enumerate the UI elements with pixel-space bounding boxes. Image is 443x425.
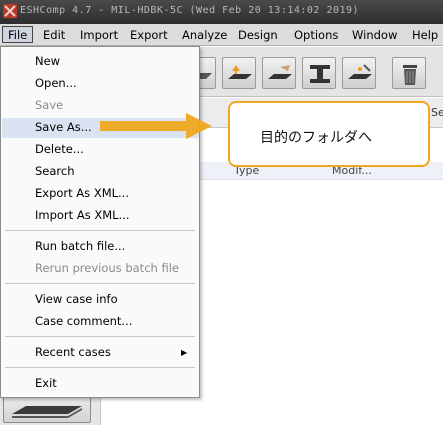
menu-item-new[interactable]: New [35,54,60,73]
menu-edit[interactable]: Edit [38,27,70,44]
file-menu-dropdown: New Open... Save Save As... Delete... Se… [0,46,200,398]
menu-item-save-as[interactable]: Save As... [35,120,92,139]
title-bar: ESHComp 4.7 - MIL-HDBK-5C (Wed Feb 20 13… [0,0,443,24]
menu-item-run-batch[interactable]: Run batch file... [35,239,125,258]
annotation-arrow [100,113,212,139]
menu-separator [5,230,195,231]
menu-item-open[interactable]: Open... [35,76,77,95]
menu-help[interactable]: Help [407,27,443,44]
column-header-fragment[interactable]: Se [431,106,443,119]
app-logo-icon [3,4,17,18]
menu-file[interactable]: File [2,26,34,43]
toolbar-button-beam[interactable] [302,57,336,89]
menu-analyze[interactable]: Analyze [177,27,232,44]
import-plate-icon [228,65,252,79]
menu-item-case-comment[interactable]: Case comment... [35,314,132,333]
menu-design[interactable]: Design [233,27,283,44]
menu-item-search[interactable]: Search [35,164,75,183]
menu-window[interactable]: Window [347,27,402,44]
trash-icon [403,65,417,85]
menu-item-delete[interactable]: Delete... [35,142,84,161]
submenu-arrow-icon: ▶ [181,348,188,357]
menu-item-view-case-info[interactable]: View case info [35,292,118,311]
annotation-callout: 目的のフォルダへ [228,101,430,167]
joint-icon [348,64,372,79]
menu-separator [5,367,195,368]
menu-separator [5,283,195,284]
menu-import[interactable]: Import [75,27,123,44]
menu-item-save[interactable]: Save [35,98,63,117]
toolbar-button-delete[interactable] [392,57,426,89]
window-title: ESHComp 4.7 - MIL-HDBK-5C (Wed Feb 20 13… [20,5,360,16]
toolbar-button-import[interactable] [222,57,256,89]
menu-item-import-xml[interactable]: Import As XML... [35,208,130,227]
menu-options[interactable]: Options [289,27,343,44]
menu-item-recent-cases[interactable]: Recent cases [35,345,111,364]
callout-text: 目的のフォルダへ [260,130,372,146]
toolbar-button-cut[interactable] [262,57,296,89]
menu-item-rerun-batch[interactable]: Rerun previous batch file [35,261,179,280]
cut-plate-icon [268,65,292,79]
toolbar-button-joint[interactable] [342,57,376,89]
menu-item-export-xml[interactable]: Export As XML... [35,186,129,205]
menu-item-exit[interactable]: Exit [35,376,57,395]
ibeam-icon [310,65,330,83]
menu-bar: File Edit Import Export Analyze Design O… [0,24,443,46]
menu-export[interactable]: Export [125,27,173,44]
menu-separator [5,336,195,337]
